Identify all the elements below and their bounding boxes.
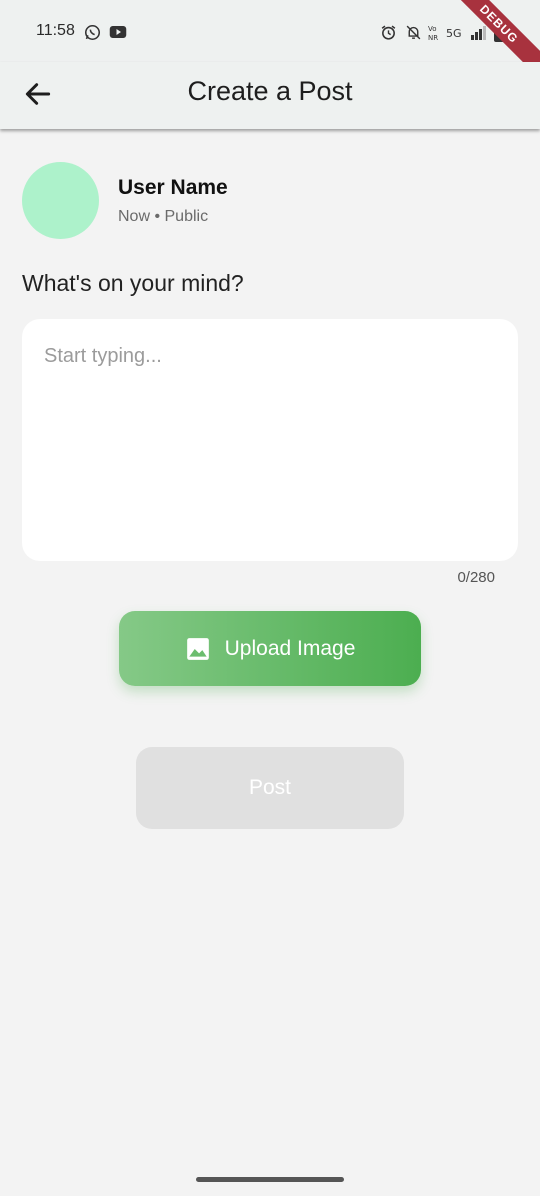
post-button-label: Post bbox=[248, 776, 292, 799]
svg-text:5G: 5G bbox=[446, 27, 462, 40]
character-counter: 0/280 bbox=[457, 569, 495, 586]
volte-icon: Vo NR bbox=[428, 25, 438, 41]
network-5g-icon: 5G bbox=[446, 27, 462, 40]
status-bar: 11:58 Vo NR 5G DEBUG bbox=[0, 0, 540, 85]
svg-text:NR: NR bbox=[428, 34, 438, 41]
post-button[interactable]: Post bbox=[136, 747, 404, 829]
muted-bell-icon bbox=[406, 25, 421, 40]
page-title: Create a Post bbox=[187, 76, 353, 106]
avatar bbox=[22, 162, 99, 239]
status-time: 11:58 bbox=[36, 22, 75, 39]
svg-text:Vo: Vo bbox=[428, 25, 437, 33]
post-text-input[interactable] bbox=[44, 345, 496, 535]
image-icon bbox=[186, 637, 209, 660]
youtube-icon bbox=[109, 26, 127, 38]
alarm-icon bbox=[381, 25, 396, 40]
signal-icon bbox=[471, 26, 486, 40]
upload-image-button[interactable]: Upload Image bbox=[119, 611, 421, 686]
app-bar: Create a Post bbox=[0, 62, 540, 129]
whatsapp-icon bbox=[84, 24, 101, 41]
composer-prompt: What's on your mind? bbox=[22, 270, 244, 296]
home-indicator[interactable] bbox=[196, 1177, 344, 1182]
user-name: User Name bbox=[118, 176, 228, 199]
post-meta: Now • Public bbox=[118, 208, 209, 225]
post-text-container bbox=[22, 319, 518, 561]
upload-image-label: Upload Image bbox=[224, 636, 356, 660]
